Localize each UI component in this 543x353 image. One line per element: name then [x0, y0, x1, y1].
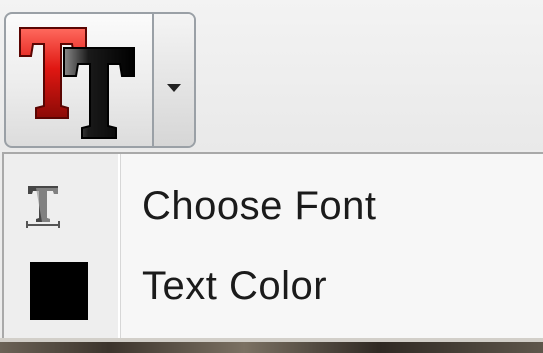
text-style-menu: Choose Font Text Color: [2, 152, 543, 338]
menu-item-label: Text Color: [142, 264, 328, 308]
menu-item-text-color[interactable]: Text Color: [4, 250, 543, 330]
font-icon: [26, 184, 60, 233]
chevron-down-icon: [167, 84, 181, 92]
text-style-button[interactable]: [6, 14, 152, 146]
menu-item-label: Choose Font: [142, 184, 377, 228]
text-style-tt-icon: [16, 22, 146, 145]
color-swatch-icon: [30, 262, 88, 320]
text-style-split-button[interactable]: [4, 12, 196, 148]
text-style-dropdown-button[interactable]: [154, 14, 194, 146]
menu-bottom-border: [0, 338, 543, 342]
menu-item-choose-font[interactable]: Choose Font: [4, 166, 543, 246]
toolbar: [0, 0, 543, 150]
